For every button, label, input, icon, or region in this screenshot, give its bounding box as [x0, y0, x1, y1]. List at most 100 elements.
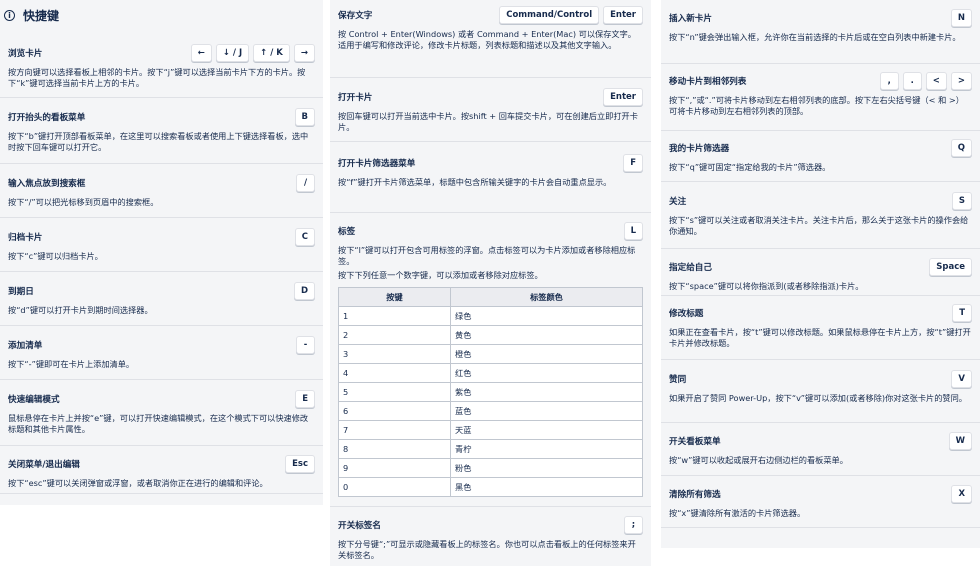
key-command-control: Command/Control	[499, 6, 600, 24]
shortcuts-header: i 快捷键	[0, 0, 323, 30]
shortcut-title: 标签	[338, 227, 356, 237]
shortcut-item: 修改标题 T 如果正在查看卡片，按“t”键可以修改标题。如果鼠标悬停在卡片上方，按“…	[661, 296, 980, 360]
key-comma: ,	[879, 72, 899, 90]
shortcut-title: 指定给自己	[669, 263, 712, 273]
shortcut-description: 按下“,”或“.”可将卡片移动到左右相邻列表的底部。按下左右尖括号键（< 和 >…	[669, 95, 964, 116]
table-header-key: 按键	[338, 287, 451, 307]
shortcut-title: 保存文字	[338, 11, 373, 21]
shortcuts-column-2: 保存文字 Command/Control Enter 按 Control + E…	[330, 0, 651, 566]
key-dash: -	[296, 336, 315, 354]
shortcut-item: 指定给自己 Space 按下“space”键可以将你指派到(或者移除指派)卡片。	[661, 249, 980, 296]
table-header-color: 标签颜色	[450, 287, 643, 307]
label-keys-table: 按键 标签颜色 1 绿色 2 黄色 3 橙色 4 红色 5 紫色 6 蓝色 7 天蓝 8 青柠 9 粉色 0 黑色	[338, 287, 643, 497]
shortcut-title: 修改标题	[669, 309, 704, 319]
shortcut-item: 打开抬头的看板菜单 B 按下“b”键打开顶部看板菜单，在这里可以搜索看板或者使用上下…	[0, 98, 323, 164]
table-cell-color: 橙色	[450, 344, 643, 364]
table-cell-color: 紫色	[450, 382, 643, 402]
key-c: C	[294, 228, 315, 246]
shortcut-title: 移动卡片到相邻列表	[669, 77, 747, 87]
shortcut-title: 归档卡片	[8, 233, 43, 243]
key-down-j: ↓ / J	[215, 44, 250, 62]
shortcut-title: 添加清单	[8, 341, 43, 351]
shortcuts-column-3: 插入新卡片 N 按下“n”键会弹出输入框，允许你在当前选择的卡片后或在空白列表中新建…	[661, 0, 980, 548]
shortcut-title: 到期日	[8, 287, 34, 297]
table-row: 5 紫色	[338, 382, 643, 402]
key-t: T	[952, 304, 972, 322]
key-enter: Enter	[603, 6, 643, 24]
table-row: 3 橙色	[338, 344, 643, 364]
shortcut-description: 按下“space”键可以将你指派到(或者移除指派)卡片。	[669, 281, 864, 291]
shortcut-labels: 标签 L 按下“l”键可以打开包含可用标签的浮窗。点击标签可以为卡片添加或者移除…	[330, 213, 651, 507]
table-cell-key: 8	[338, 439, 451, 459]
key-w: W	[948, 432, 972, 450]
key-s: S	[951, 192, 972, 210]
key-enter: Enter	[603, 88, 643, 106]
shortcut-title: 输入焦点放到搜索框	[8, 179, 86, 189]
shortcut-description: 按下“l”键可以打开包含可用标签的浮窗。点击标签可以为卡片添加或者移除相应标签。	[338, 245, 636, 266]
shortcut-item: 赞同 V 如果开启了赞同 Power-Up，按下“v”键可以添加(或者移除)你对这张…	[661, 360, 980, 423]
shortcut-title: 打开抬头的看板菜单	[8, 113, 86, 123]
info-icon: i	[4, 9, 15, 21]
key-left-arrow: ←	[190, 44, 212, 62]
shortcut-title: 开关标签名	[338, 521, 381, 531]
shortcut-description-secondary: 按下下列任意一个数字键，可以添加或者移除对应标签。	[338, 270, 543, 280]
shortcut-title: 快速编辑模式	[8, 395, 60, 405]
table-row: 7 天蓝	[338, 420, 643, 440]
table-cell-color: 黑色	[450, 477, 643, 497]
shortcut-description: 按“d”键可以打开卡片到期时间选择器。	[8, 305, 153, 315]
table-cell-key: 4	[338, 363, 451, 383]
key-semicolon: ;	[624, 516, 643, 534]
shortcut-title: 打开卡片	[338, 93, 373, 103]
shortcut-description: 按下“s”键可以关注或者取消关注卡片。关注卡片后，那么关于这张卡片的操作会给你通…	[669, 215, 969, 236]
shortcut-title: 开关看板菜单	[669, 437, 721, 447]
shortcut-description: 鼠标悬停在卡片上并按“e”键，可以打开快速编辑模式，在这个模式下可以快速修改标题…	[8, 413, 309, 434]
table-cell-key: 5	[338, 382, 451, 402]
table-cell-color: 青柠	[450, 439, 643, 459]
table-cell-color: 黄色	[450, 325, 643, 345]
shortcut-item: 归档卡片 C 按下“c”键可以归档卡片。	[0, 218, 323, 272]
shortcut-title: 浏览卡片	[8, 49, 43, 59]
table-row: 4 红色	[338, 363, 643, 383]
shortcut-title: 清除所有筛选	[669, 490, 721, 500]
key-b: B	[294, 108, 315, 126]
shortcuts-column-1: i 快捷键 浏览卡片 ← ↓ / J ↑ / K → 按方向键可以选择看板上相邻的卡片。按…	[0, 0, 323, 505]
table-row: 9 粉色	[338, 458, 643, 478]
table-row: 0 黑色	[338, 477, 643, 497]
shortcut-item: 开关看板菜单 W 按“w”键可以收起或展开右边侧边栏的看板菜单。	[661, 423, 980, 476]
table-row: 8 青柠	[338, 439, 643, 459]
table-cell-key: 3	[338, 344, 451, 364]
key-n: N	[950, 9, 972, 27]
key-q: Q	[950, 139, 972, 157]
key-e: E	[295, 390, 315, 408]
shortcut-description: 按下分号键“;”可显示或隐藏看板上的标签名。你也可以点击看板上的任何标签来开关标…	[338, 539, 636, 560]
key-slash: /	[296, 174, 315, 192]
key-x: X	[951, 485, 972, 503]
shortcut-description: 按 Control + Enter(Windows) 或者 Command + …	[338, 29, 636, 50]
shortcut-title: 赞同	[669, 375, 687, 385]
shortcut-title: 关闭菜单/退出编辑	[8, 460, 80, 470]
table-cell-color: 天蓝	[450, 420, 643, 440]
table-cell-key: 9	[338, 458, 451, 478]
shortcut-item: 添加清单 - 按下“-”键即可在卡片上添加清单。	[0, 326, 323, 380]
key-f: F	[623, 154, 643, 172]
shortcut-description: 按下“-”键即可在卡片上添加清单。	[8, 359, 135, 369]
key-right-arrow: →	[293, 44, 315, 62]
table-cell-color: 粉色	[450, 458, 643, 478]
table-cell-color: 绿色	[450, 306, 643, 326]
shortcut-item: 输入焦点放到搜索框 / 按下“/”可以把光标移到页眉中的搜索框。	[0, 164, 323, 218]
shortcut-title: 我的卡片筛选器	[669, 144, 730, 154]
shortcut-description: 按方向键可以选择看板上相邻的卡片。按下“j”键可以选择当前卡片下方的卡片。按下“…	[8, 67, 306, 88]
key-esc: Esc	[285, 455, 315, 473]
table-cell-key: 1	[338, 306, 451, 326]
shortcut-description: 按下“n”键会弹出输入框，允许你在当前选择的卡片后或在空白列表中新建卡片。	[669, 32, 961, 42]
shortcut-item: 到期日 D 按“d”键可以打开卡片到期时间选择器。	[0, 272, 323, 326]
shortcut-title: 关注	[669, 197, 687, 207]
shortcut-item: 清除所有筛选 X 按“x”键清除所有激活的卡片筛选器。	[661, 476, 980, 528]
key-v: V	[951, 370, 972, 388]
table-row: 1 绿色	[338, 306, 643, 326]
table-cell-key: 2	[338, 325, 451, 345]
shortcut-description: 按回车键可以打开当前选中卡片。按shift + 回车提交卡片，可在创建后立即打开…	[338, 111, 638, 132]
shortcut-description: 按下“esc”键可以关闭弹窗或浮窗，或者取消你正在进行的编辑和评论。	[8, 478, 268, 488]
key-period: .	[902, 72, 922, 90]
shortcut-item: 移动卡片到相邻列表,. < > 按下“,”或“.”可将卡片移动到左右相邻列表的底部。按…	[661, 64, 980, 131]
